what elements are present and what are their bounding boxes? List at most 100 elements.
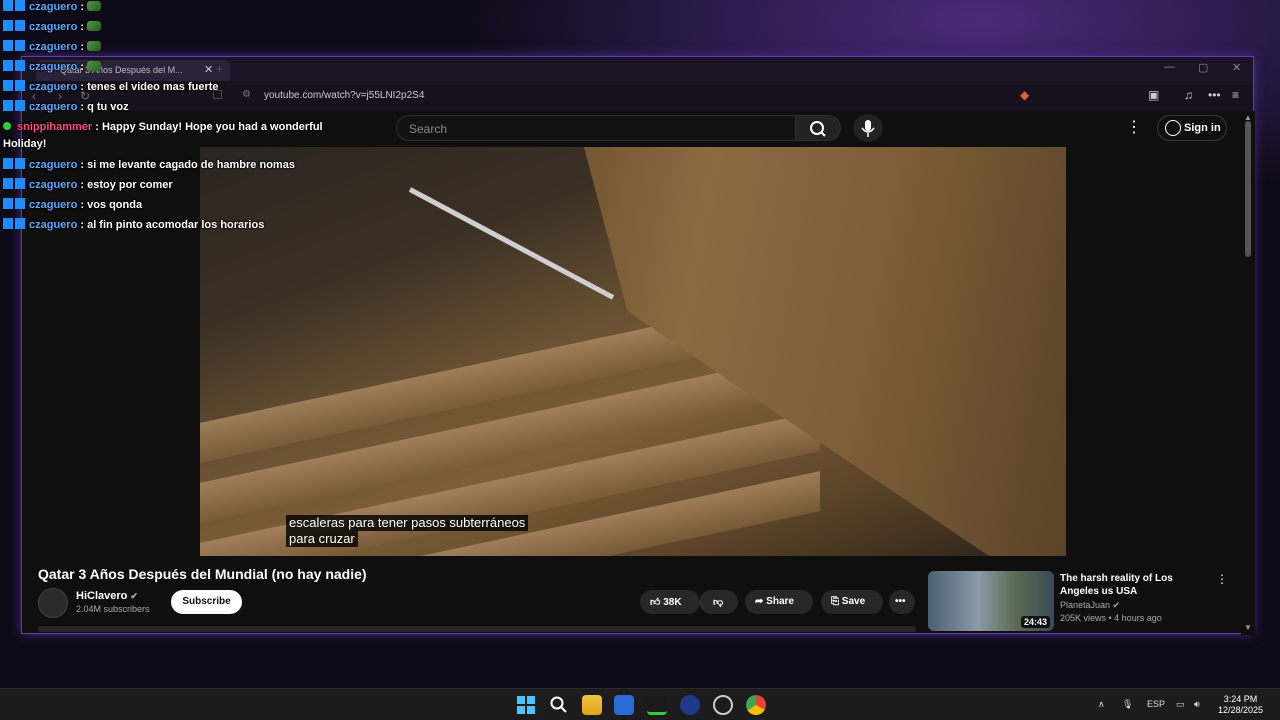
terminal-icon[interactable]: [647, 695, 667, 715]
clock-time: 3:24 PM: [1223, 694, 1258, 704]
chat-username: czaguero: [29, 179, 78, 191]
taskbar: ∧ 🎙︎ ESP ▭ 🔊︎ 3:24 PM 12/28/2025: [0, 688, 1280, 720]
obs-icon[interactable]: [713, 695, 733, 715]
close-window-icon[interactable]: ✕: [1232, 61, 1241, 74]
chat-text: q tu voz: [87, 101, 129, 113]
recommended-title[interactable]: The harsh reality of Los Angeles us USA: [1060, 572, 1210, 598]
chat-text: estoy por comer: [87, 179, 173, 191]
thumbs-down-icon: 👎︎: [713, 597, 724, 608]
page-scrollbar[interactable]: ▲ ▼: [1241, 111, 1255, 635]
language-indicator[interactable]: ESP: [1147, 699, 1165, 709]
chat-username: czaguero: [29, 81, 78, 93]
save-button[interactable]: ⎘ Save: [821, 590, 883, 614]
search-button[interactable]: [795, 115, 841, 141]
badge-icon: [3, 100, 25, 111]
more-dots-icon: •••: [895, 596, 906, 607]
vpn-icon[interactable]: [680, 695, 700, 715]
share-icon: ➦: [755, 596, 764, 607]
emote-icon: [87, 61, 102, 71]
chat-message: snippihammer : Happy Sunday! Hope you ha…: [3, 121, 323, 133]
description-box[interactable]: [38, 626, 916, 632]
voice-search-button[interactable]: [853, 114, 883, 142]
subscribe-button[interactable]: Subscribe: [171, 590, 242, 614]
thumbs-up-icon: 👍︎: [650, 597, 661, 608]
chat-text: si me levante cagado de hambre nomas: [87, 159, 295, 171]
chat-username: czaguero: [29, 61, 78, 73]
chat-message: czaguero : al fin pinto acomodar los hor…: [3, 218, 264, 231]
recommended-channel[interactable]: PlanetaJuan ✔: [1060, 600, 1120, 611]
channel-avatar[interactable]: [38, 588, 68, 618]
search-taskbar-icon[interactable]: [549, 695, 569, 715]
windows-logo-icon: [517, 696, 535, 714]
channel-name-text: HiClavero: [76, 590, 128, 602]
search-input[interactable]: Search: [396, 115, 796, 141]
channel-name[interactable]: HiClavero ✔: [76, 590, 138, 602]
video-duration: 24:43: [1020, 616, 1050, 628]
chat-message: czaguero : q tu voz: [3, 100, 129, 113]
chat-message: czaguero :: [3, 0, 102, 13]
menu-icon[interactable]: ≡: [1232, 88, 1239, 102]
video-title: Qatar 3 Años Después del Mundial (no hay…: [38, 566, 367, 582]
badge-icon: [3, 0, 25, 11]
more-actions-button[interactable]: •••: [889, 590, 915, 614]
recommended-meta: 205K views • 4 hours ago: [1060, 613, 1162, 623]
music-icon[interactable]: ♫: [1184, 88, 1193, 102]
share-button[interactable]: ➦ Share: [745, 590, 813, 614]
badge-icon: [3, 40, 25, 51]
badge-icon: [3, 158, 25, 169]
chat-message: czaguero : si me levante cagado de hambr…: [3, 158, 295, 171]
microphone-icon: [861, 120, 875, 137]
windows-start-icon[interactable]: [516, 695, 536, 715]
clock[interactable]: 3:24 PM 12/28/2025: [1218, 694, 1263, 716]
badge-icon: [3, 60, 25, 71]
chat-message: czaguero : estoy por comer: [3, 178, 173, 191]
sidebar-icon[interactable]: ▣: [1148, 88, 1159, 102]
video-player[interactable]: escaleras para tener pasos subterráneos …: [200, 147, 1066, 556]
mic-tray-icon[interactable]: 🎙︎: [1122, 699, 1133, 710]
site-info-icon[interactable]: ⚙: [242, 89, 251, 100]
dislike-button[interactable]: 👎︎: [700, 590, 738, 614]
chat-username: czaguero: [29, 21, 78, 33]
tray-overflow-icon[interactable]: ∧: [1098, 699, 1105, 710]
badge-icon: [3, 198, 25, 209]
chat-text: tenes el video mas fuerte: [87, 81, 219, 93]
caption-line-1: escaleras para tener pasos subterráneos: [286, 515, 529, 531]
recommended-channel-text: PlanetaJuan: [1060, 600, 1111, 610]
url-field[interactable]: youtube.com/watch?v=j55LNI2p2S4: [264, 90, 424, 101]
video-captions: escaleras para tener pasos subterráneos …: [286, 515, 529, 547]
recommended-menu-icon[interactable]: ⋮: [1216, 572, 1228, 586]
settings-dots-icon[interactable]: ⋮: [1126, 117, 1142, 137]
chat-username: czaguero: [29, 1, 78, 13]
network-icon[interactable]: ▭: [1176, 699, 1185, 710]
clock-date: 12/28/2025: [1218, 705, 1264, 715]
scroll-down-icon[interactable]: ▼: [1244, 623, 1252, 632]
tab-close-icon[interactable]: ✕: [204, 63, 213, 76]
chat-message: czaguero : vos qonda: [3, 198, 142, 211]
sign-in-label: Sign in: [1184, 122, 1221, 134]
recommended-thumbnail[interactable]: 24:43: [928, 571, 1054, 631]
chat-message: czaguero :: [3, 60, 102, 73]
brave-shield-icon[interactable]: ◆: [1020, 88, 1029, 102]
browser-window: Qatar 3 Años Después del M... ✕ + — ▢ ✕ …: [21, 56, 1255, 635]
like-button[interactable]: 👍︎ 38K: [640, 590, 700, 614]
video-frame-handrail: [408, 187, 615, 300]
scrollbar-thumb[interactable]: [1245, 121, 1251, 257]
chat-username: czaguero: [29, 199, 78, 211]
save-label: Save: [841, 596, 866, 607]
sign-in-button[interactable]: Sign in: [1157, 115, 1227, 141]
chat-text: vos qonda: [87, 199, 143, 211]
new-tab-icon[interactable]: +: [216, 62, 223, 76]
badge-icon: [3, 218, 25, 229]
subscriber-count: 2.04M subscribers: [76, 604, 150, 614]
chat-username: czaguero: [29, 219, 78, 231]
chat-username: snippihammer: [17, 121, 93, 133]
account-icon: [1165, 120, 1181, 136]
file-explorer-icon[interactable]: [582, 695, 602, 715]
maximize-icon[interactable]: ▢: [1198, 61, 1208, 74]
store-icon[interactable]: [614, 695, 634, 715]
chat-username: czaguero: [29, 159, 78, 171]
volume-icon[interactable]: 🔊︎: [1194, 699, 1200, 710]
extensions-icon[interactable]: •••: [1208, 88, 1221, 102]
minimize-icon[interactable]: —: [1164, 61, 1175, 73]
chrome-icon[interactable]: [746, 695, 766, 715]
